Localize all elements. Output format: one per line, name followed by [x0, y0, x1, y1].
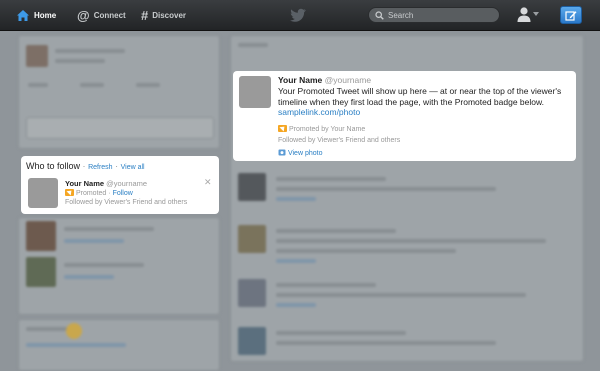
promoted-tweet-card[interactable]: Your Name @yourname Your Promoted Tweet … — [233, 71, 576, 161]
suggestion-name[interactable]: Your Name — [65, 179, 104, 188]
suggestion-promo-row: Promoted · Follow — [65, 189, 133, 197]
blurred-text — [276, 293, 526, 297]
at-icon: @ — [77, 7, 90, 23]
nav-home-label: Home — [34, 10, 57, 20]
user-avatar-icon — [517, 7, 531, 22]
hash-icon: # — [141, 7, 149, 23]
who-to-follow-title: Who to follow — [26, 161, 81, 171]
blurred-avatar — [238, 225, 266, 253]
top-navigation-bar: Home @ Connect # Discover Search — [0, 0, 600, 31]
blurred-text — [28, 83, 48, 87]
blurred-text — [276, 187, 496, 191]
promoted-label: Promoted — [75, 190, 107, 197]
who-to-follow-header: Who to follow · Refresh · View all — [26, 161, 145, 171]
tweet-promoted-row: Promoted by Your Name — [278, 125, 365, 133]
suggestion-handle: @yourname — [106, 179, 148, 188]
promoted-badge-icon — [278, 125, 287, 132]
twitter-bird-icon[interactable] — [289, 8, 307, 22]
blurred-compose-box — [26, 117, 214, 139]
blurred-text — [276, 303, 316, 307]
nav-connect-label: Connect — [93, 10, 126, 20]
nav-discover[interactable]: # Discover — [141, 0, 186, 30]
blurred-text — [26, 343, 126, 347]
suggestion-name-row: Your Name @yourname — [65, 179, 147, 188]
blurred-text — [64, 275, 114, 279]
promoted-by-label: Promoted by Your Name — [288, 126, 366, 133]
promoted-badge-icon — [65, 189, 74, 196]
home-icon — [17, 9, 29, 21]
blurred-text — [276, 341, 496, 345]
nav-connect[interactable]: @ Connect — [77, 0, 126, 30]
tweet-header: Your Name @yourname — [278, 75, 371, 85]
separator-dot: · — [108, 190, 111, 197]
nav-home[interactable]: Home — [16, 0, 56, 30]
blurred-text — [276, 229, 396, 233]
separator-dot: · — [82, 161, 86, 171]
tweet-followed-by: Followed by Viewer's Friend and others — [278, 137, 401, 144]
tweet-text: Your Promoted Tweet will show up here — … — [278, 86, 562, 107]
chevron-down-icon — [533, 12, 539, 16]
blurred-text — [276, 177, 386, 181]
view-photo-link[interactable]: View photo — [288, 150, 323, 157]
blurred-text — [276, 331, 406, 335]
blurred-text — [55, 59, 105, 63]
tweet-author-name[interactable]: Your Name — [278, 75, 322, 85]
follow-link[interactable]: Follow — [113, 190, 133, 197]
tweet-body: Your Promoted Tweet will show up here — … — [278, 86, 570, 118]
search-placeholder: Search — [388, 10, 414, 20]
blurred-avatar — [238, 279, 266, 307]
blurred-avatar — [26, 221, 56, 251]
blurred-emoji — [66, 323, 82, 339]
blurred-text — [64, 227, 154, 231]
who-to-follow-card: Who to follow · Refresh · View all Your … — [21, 156, 219, 214]
blurred-text — [64, 239, 124, 243]
separator-dot: · — [115, 161, 119, 171]
suggestion-avatar[interactable] — [28, 178, 58, 208]
blurred-text — [276, 197, 316, 201]
search-icon — [375, 10, 384, 20]
search-field[interactable]: Search — [368, 7, 500, 23]
refresh-link[interactable]: Refresh — [88, 164, 113, 171]
tweet-link[interactable]: samplelink.com/photo — [278, 107, 360, 117]
blurred-text — [276, 283, 376, 287]
tweet-author-handle: @yourname — [324, 75, 372, 85]
dismiss-close-icon[interactable]: ✕ — [204, 177, 212, 188]
blurred-text — [64, 263, 144, 267]
blurred-avatar — [26, 257, 56, 287]
view-all-link[interactable]: View all — [121, 164, 145, 171]
blurred-text — [136, 83, 160, 87]
blurred-text — [276, 249, 456, 253]
tweet-avatar[interactable] — [239, 76, 271, 108]
blurred-text — [80, 83, 104, 87]
photo-icon — [278, 149, 286, 156]
blurred-text — [276, 259, 316, 263]
user-menu[interactable] — [517, 6, 539, 22]
blurred-text — [238, 43, 268, 47]
compose-tweet-button[interactable] — [560, 6, 582, 24]
blurred-avatar — [26, 45, 48, 67]
view-photo-row[interactable]: View photo — [278, 149, 322, 157]
nav-discover-label: Discover — [152, 10, 187, 20]
blurred-avatar — [238, 327, 266, 355]
blurred-avatar — [238, 173, 266, 201]
blurred-text — [55, 49, 125, 53]
suggestion-followed-by: Followed by Viewer's Friend and others — [65, 199, 188, 206]
compose-icon — [565, 10, 577, 21]
blurred-text — [276, 239, 546, 243]
